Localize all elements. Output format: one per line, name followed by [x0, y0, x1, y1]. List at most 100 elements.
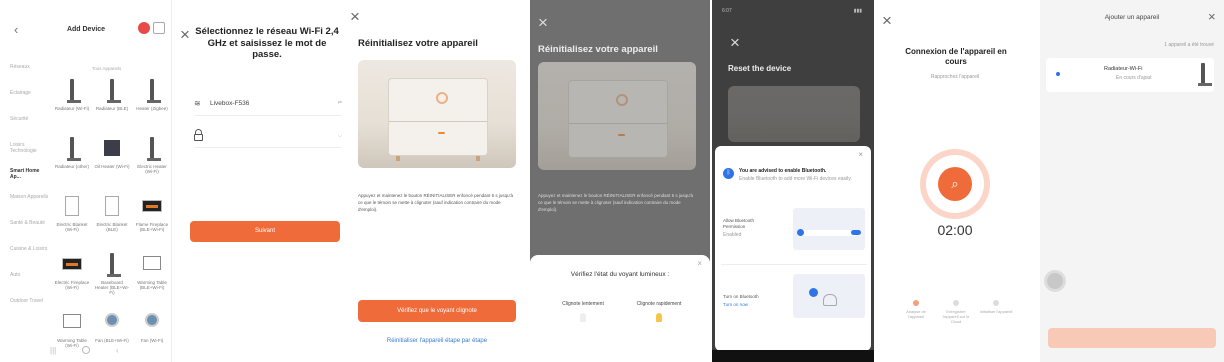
- device-label: Radiateur (Wi-Fi): [54, 106, 90, 111]
- wifi-screen: × Sélectionnez le réseau Wi-Fi 2,4 GHz e…: [172, 0, 350, 362]
- tab-all-devices[interactable]: Tous Appareils: [92, 66, 121, 71]
- device-icon: [141, 136, 163, 162]
- device-tile[interactable]: Heater (Zigbee): [134, 78, 170, 111]
- device-label: Oil Heater (Wi-Fi): [94, 164, 130, 169]
- step-by-step-link[interactable]: Réinitialiser l'appareil étape par étape: [358, 338, 516, 344]
- device-tile[interactable]: Radiateur (Wi-Fi): [54, 78, 90, 111]
- permission-illustration: [793, 208, 865, 250]
- add-device-screen: ‹ Add Device Tous Appareils Réseaux Éclai…: [0, 0, 172, 362]
- bluetooth-advice-screen: 6:07 ▮▮▮ × Reset the device × ᛒ You are …: [712, 0, 874, 362]
- wifi-ssid-value[interactable]: Livebox-F536: [210, 100, 249, 107]
- close-icon[interactable]: ×: [882, 12, 892, 29]
- status-time: 6:07: [722, 8, 732, 14]
- device-icon: [141, 194, 163, 220]
- step-register: Enregistrer l'appareil sur le Cloud: [938, 300, 974, 324]
- device-photo: [538, 62, 696, 170]
- bulb-on-icon: [656, 313, 662, 322]
- device-tile[interactable]: Fan (BLE+Wi-Fi): [94, 310, 130, 343]
- reset-title: Réinitialisez votre appareil: [358, 38, 478, 49]
- option-fast-label: Clignote rapidement: [636, 301, 682, 307]
- category-item[interactable]: Réseaux: [10, 64, 50, 70]
- device-tile[interactable]: Radiateur (BLE): [94, 78, 130, 111]
- scan-icon[interactable]: [153, 22, 165, 34]
- device-tile[interactable]: Electric Heater (Wi-Fi): [134, 136, 170, 174]
- category-item[interactable]: Smart Home Ap...: [10, 168, 50, 180]
- reset-screen: × Réinitialisez votre appareil Appuyez e…: [350, 0, 530, 362]
- category-item[interactable]: Sécurité: [10, 116, 50, 122]
- confirm-blinking-button[interactable]: Vérifiez que le voyant clignote: [358, 300, 516, 322]
- turn-on-link[interactable]: Turn on now: [723, 302, 748, 307]
- home-icon[interactable]: [82, 346, 90, 354]
- device-tile[interactable]: Electric Fireplace (Wi-Fi): [54, 252, 90, 290]
- close-icon[interactable]: ×: [730, 34, 740, 51]
- turn-on-title: Turn on Bluetooth: [723, 294, 759, 299]
- step-init: Initialiser l'appareil: [978, 300, 1014, 314]
- step-dot: [953, 300, 959, 306]
- category-item[interactable]: Loisirs Technologie: [10, 142, 50, 154]
- menu-icon[interactable]: |||: [50, 346, 56, 355]
- close-icon[interactable]: ×: [180, 26, 190, 43]
- connecting-subtitle: Rapprochez l'appareil: [930, 74, 980, 80]
- close-icon[interactable]: ×: [538, 14, 548, 31]
- switch-network-icon[interactable]: ⇄: [338, 100, 342, 106]
- device-tile[interactable]: Electric Blanket (Wi-Fi): [54, 194, 90, 232]
- sheet-close-icon[interactable]: ×: [697, 259, 702, 268]
- option-slow-blink[interactable]: Clignote lentement: [552, 301, 614, 322]
- hand-pointer-icon: [823, 294, 837, 306]
- device-knob-icon: [436, 92, 448, 104]
- device-label: Fan (Wi-Fi): [140, 338, 164, 343]
- toggle-on-icon: [851, 230, 861, 235]
- card-close-icon[interactable]: ×: [858, 150, 863, 159]
- device-label: Electric Blanket (BLE): [96, 222, 128, 232]
- wifi-password-row[interactable]: ◡: [194, 126, 342, 148]
- divider: [721, 264, 867, 265]
- category-item[interactable]: Cuisine & Loisirs: [10, 246, 50, 252]
- device-tile[interactable]: Fan (Wi-Fi): [134, 310, 170, 343]
- option-fast-blink[interactable]: Clignote rapidement: [628, 301, 690, 322]
- device-tile[interactable]: Warming Table (BLE+Wi-Fi): [134, 252, 170, 290]
- device-label: Fan (BLE+Wi-Fi): [95, 338, 129, 343]
- next-button[interactable]: Suivant: [190, 221, 340, 242]
- device-led-icon: [618, 134, 625, 136]
- device-icon: [141, 78, 163, 104]
- category-item[interactable]: Outdoor Travel: [10, 298, 50, 304]
- wifi-ssid-row[interactable]: ≋ Livebox-F536 ⇄: [194, 94, 342, 116]
- device-tile[interactable]: Flame Fireplace (BLE+Wi-Fi): [134, 194, 170, 232]
- category-item[interactable]: Maison Appareils: [10, 194, 50, 200]
- bluetooth-dot-icon: [1056, 72, 1060, 76]
- card-title: You are advised to enable Bluetooth.: [739, 168, 827, 174]
- device-icon: [61, 252, 83, 278]
- bluetooth-icon: ᛒ: [723, 168, 734, 179]
- found-subtitle: 1 appareil a été trouvé: [1164, 42, 1214, 48]
- device-tile[interactable]: Radiateur (other): [54, 136, 90, 169]
- category-item[interactable]: Santé & Beauté: [10, 220, 50, 226]
- category-item[interactable]: Auto: [10, 272, 50, 278]
- status-icons: ▮▮▮: [853, 8, 862, 14]
- device-icon: [61, 310, 83, 336]
- found-title: Ajouter un appareil: [1104, 14, 1160, 21]
- device-label: Heater (Zigbee): [136, 106, 168, 111]
- device-label: Electric Heater (Wi-Fi): [137, 164, 167, 174]
- floating-assist-icon[interactable]: [1044, 270, 1066, 292]
- device-leg: [396, 156, 400, 161]
- device-label: Baseboard Heater (BLE+Wi-Fi): [94, 280, 130, 295]
- close-icon[interactable]: ×: [350, 8, 360, 25]
- device-tile[interactable]: Warming Table (Wi-Fi): [54, 310, 90, 348]
- device-tile[interactable]: Oil Heater (Wi-Fi): [94, 136, 130, 169]
- device-icon: [101, 78, 123, 104]
- category-item[interactable]: Éclairage: [10, 90, 50, 96]
- device-tile[interactable]: Baseboard Heater (BLE+Wi-Fi): [94, 252, 130, 295]
- device-tile[interactable]: Electric Blanket (BLE): [94, 194, 130, 232]
- close-icon[interactable]: ×: [1208, 10, 1216, 23]
- back-icon[interactable]: ‹: [116, 346, 119, 355]
- device-knob-icon: [616, 94, 628, 106]
- found-device-card[interactable]: Radiateur-Wi-Fi En cours d'ajout: [1046, 58, 1214, 92]
- record-icon[interactable]: [138, 22, 150, 34]
- found-device-status: En cours d'ajout: [1116, 75, 1152, 81]
- device-label: Radiateur (BLE): [95, 106, 129, 111]
- device-led-icon: [438, 132, 445, 134]
- step-label: Enregistrer l'appareil sur le Cloud: [942, 309, 970, 324]
- show-password-icon[interactable]: ◡: [338, 132, 342, 138]
- option-slow-label: Clignote lentement: [562, 301, 604, 307]
- bluetooth-card: × ᛒ You are advised to enable Bluetooth.…: [715, 146, 871, 351]
